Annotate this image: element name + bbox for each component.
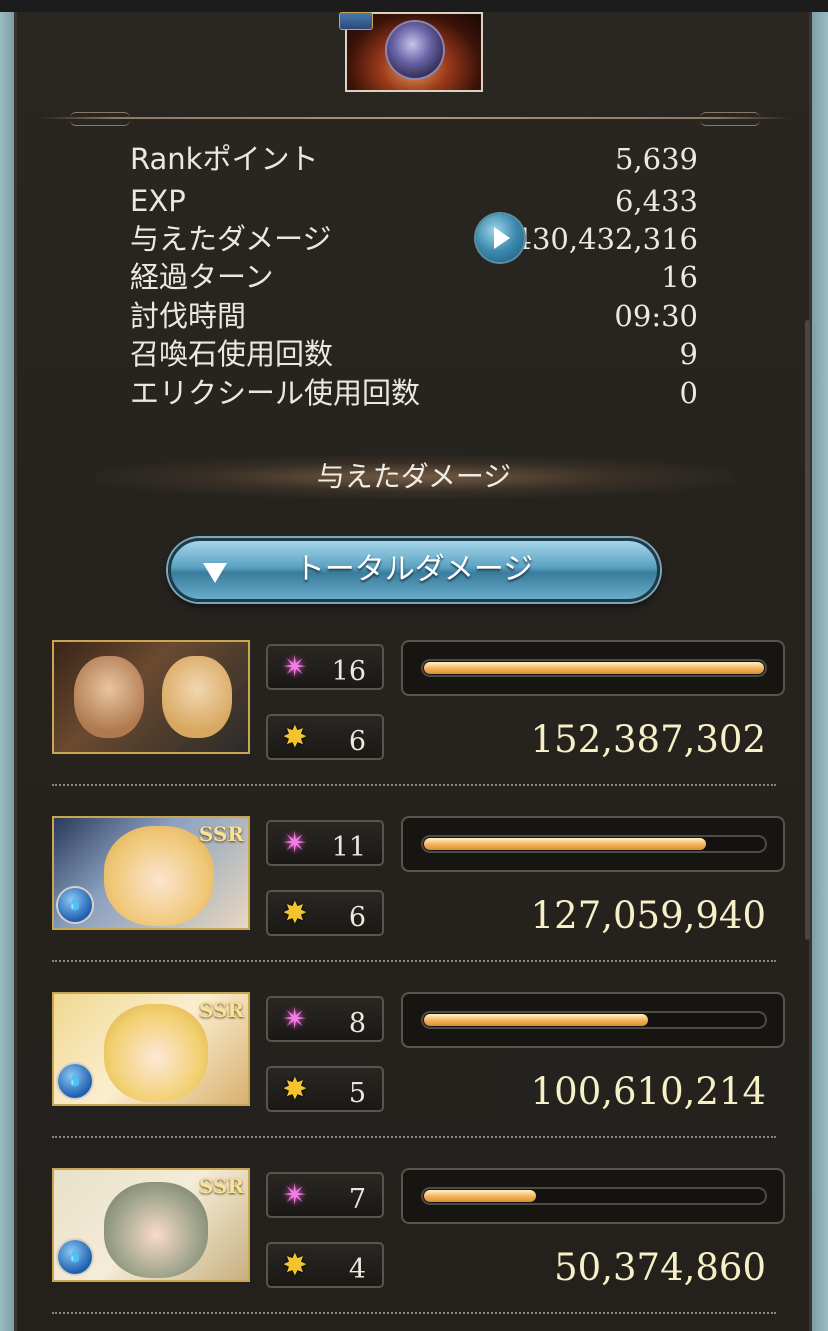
row-divider — [52, 1136, 776, 1138]
ability-count-badge: ✴ 8 — [266, 996, 384, 1042]
damage-total: 100,610,214 — [530, 1070, 766, 1113]
ability-count-badge: ✴ 11 — [266, 820, 384, 866]
stat-elapsed-turns: 経過ターン 16 — [130, 258, 698, 296]
water-element-icon: 💧 — [58, 1240, 92, 1274]
charge-attack-count-badge: ✸ 6 — [266, 714, 384, 760]
right-edge — [812, 12, 828, 1331]
ability-sparkle-icon: ✴ — [282, 1178, 308, 1213]
damage-bar — [401, 992, 785, 1048]
character-damage-row: SSR 💧 ✴ 7 ✸ 4 50,374,860 — [52, 1168, 788, 1318]
stat-elixir-uses: エリクシール使用回数 0 — [130, 374, 698, 412]
ability-sparkle-icon: ✴ — [282, 1002, 308, 1037]
damage-total: 50,374,860 — [554, 1246, 766, 1289]
ornamental-divider — [40, 112, 790, 126]
stat-label: 召喚石使用回数 — [130, 337, 334, 371]
stat-value: 9 — [679, 337, 698, 371]
status-bar — [0, 0, 828, 12]
damage-bar — [401, 816, 785, 872]
stat-label: 討伐時間 — [130, 299, 247, 333]
stat-summon-uses: 召喚石使用回数 9 — [130, 335, 698, 373]
ability-count: 11 — [331, 832, 366, 863]
character-portrait[interactable]: SSR 💧 — [52, 816, 250, 930]
damage-bar-fill — [424, 1014, 648, 1026]
damage-type-dropdown[interactable]: トータルダメージ — [168, 538, 660, 602]
ability-count-badge: ✴ 16 — [266, 644, 384, 690]
stat-label: 与えたダメージ — [130, 222, 332, 256]
ability-count: 16 — [331, 656, 366, 687]
water-element-icon: 💧 — [58, 888, 92, 922]
ability-sparkle-icon: ✴ — [282, 650, 308, 685]
stat-value: 6,433 — [614, 184, 698, 218]
stat-label: 経過ターン — [130, 260, 274, 294]
damage-bar-fill — [424, 1190, 536, 1202]
damage-bar — [401, 640, 785, 696]
character-damage-row: ✴ 16 ✸ 6 152,387,302 — [52, 640, 788, 790]
stat-label: EXP — [130, 184, 186, 218]
section-title: 与えたダメージ — [316, 460, 512, 493]
stat-value: 430,432,316 — [513, 222, 699, 256]
charge-attack-count-badge: ✸ 6 — [266, 890, 384, 936]
charge-attack-icon: ✸ — [282, 720, 308, 755]
scrollbar[interactable] — [805, 320, 810, 940]
charge-attack-count-badge: ✸ 5 — [266, 1066, 384, 1112]
rarity-label: SSR — [198, 1174, 244, 1198]
stat-value: 16 — [661, 260, 698, 294]
charge-attack-icon: ✸ — [282, 1072, 308, 1107]
row-divider — [52, 1312, 776, 1314]
stat-exp: EXP 6,433 — [130, 182, 698, 220]
stat-value: 5,639 — [614, 142, 698, 176]
stat-value: 0 — [679, 376, 698, 410]
charge-attack-count: 5 — [348, 1078, 366, 1109]
stat-damage-dealt: 与えたダメージ 430,432,316 — [130, 220, 698, 258]
charge-attack-count-badge: ✸ 4 — [266, 1242, 384, 1288]
stat-rank-points: Rankポイント 5,639 — [130, 140, 698, 178]
damage-total: 127,059,940 — [530, 894, 766, 937]
stat-label: Rankポイント — [130, 142, 319, 176]
ability-count-badge: ✴ 7 — [266, 1172, 384, 1218]
rarity-label: SSR — [198, 998, 244, 1022]
character-portrait[interactable] — [52, 640, 250, 754]
ability-sparkle-icon: ✴ — [282, 826, 308, 861]
charge-attack-icon: ✸ — [282, 1248, 308, 1283]
stat-battle-time: 討伐時間 09:30 — [130, 297, 698, 335]
damage-detail-play-button[interactable] — [476, 214, 524, 262]
stat-value: 09:30 — [614, 299, 698, 333]
treasure-chest-icon — [339, 12, 373, 30]
water-element-icon: 💧 — [58, 1064, 92, 1098]
stat-label: エリクシール使用回数 — [130, 376, 421, 410]
left-edge — [0, 12, 14, 1331]
damage-total: 152,387,302 — [530, 718, 766, 761]
character-portrait[interactable]: SSR 💧 — [52, 992, 250, 1106]
ability-count: 7 — [348, 1184, 366, 1215]
charge-attack-count: 6 — [348, 726, 366, 757]
charge-attack-count: 4 — [348, 1254, 366, 1285]
character-portrait[interactable]: SSR 💧 — [52, 1168, 250, 1282]
damage-bar-fill — [424, 662, 764, 674]
boss-portrait-icon — [387, 22, 443, 78]
damage-bar — [401, 1168, 785, 1224]
character-damage-row: SSR 💧 ✴ 8 ✸ 5 100,610,214 — [52, 992, 788, 1142]
row-divider — [52, 960, 776, 962]
character-damage-row: SSR 💧 ✴ 11 ✸ 6 127,059,940 — [52, 816, 788, 966]
damage-bar-fill — [424, 838, 706, 850]
dropdown-label: トータルダメージ — [294, 552, 534, 587]
row-divider — [52, 784, 776, 786]
rarity-label: SSR — [198, 822, 244, 846]
charge-attack-icon: ✸ — [282, 896, 308, 931]
charge-attack-count: 6 — [348, 902, 366, 933]
ability-count: 8 — [348, 1008, 366, 1039]
